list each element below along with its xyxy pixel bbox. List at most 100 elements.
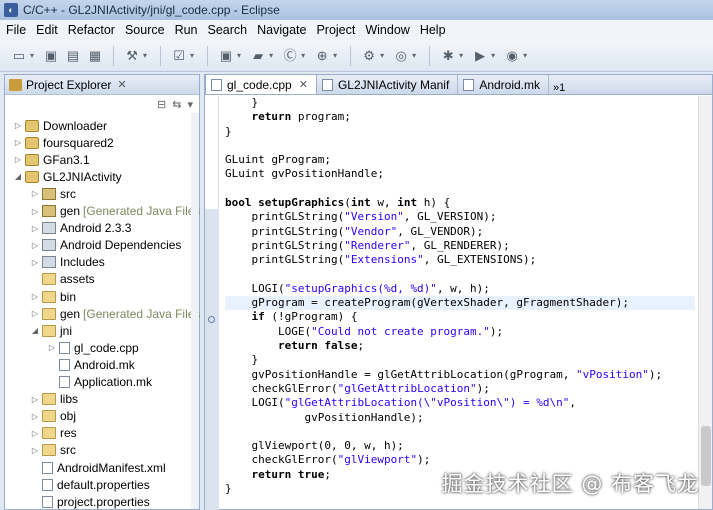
menu-navigate[interactable]: Navigate — [253, 23, 312, 37]
collapse-all-icon[interactable]: ⊟ — [157, 98, 166, 111]
new-class-dropdown-icon[interactable]: ▾ — [301, 51, 305, 60]
expand-arrow-icon[interactable]: ▷ — [13, 155, 23, 164]
file-icon — [211, 78, 222, 91]
collapse-arrow-icon[interactable]: ◢ — [13, 172, 23, 181]
expand-arrow-icon[interactable]: ▷ — [30, 241, 40, 250]
menu-search[interactable]: Search — [204, 23, 254, 37]
debug-dropdown-icon[interactable]: ▾ — [459, 51, 463, 60]
editor-tab[interactable]: Android.mk — [458, 75, 550, 94]
menu-help[interactable]: Help — [416, 23, 452, 37]
tree-item[interactable]: ▷ bin — [30, 288, 76, 305]
expand-arrow-icon[interactable]: ▷ — [13, 121, 23, 130]
external-tools-icon[interactable]: ◉ — [504, 48, 520, 64]
explorer-scrollbar[interactable] — [191, 113, 199, 509]
tree-item[interactable]: ▷ Android Dependencies — [30, 237, 182, 254]
tree-item[interactable]: assets — [30, 271, 95, 288]
expand-arrow-icon[interactable]: ▷ — [30, 207, 40, 216]
tree-item[interactable]: ▷ gen [Generated Java Files] — [30, 203, 204, 220]
code-line: } — [225, 96, 259, 109]
new-folder-icon[interactable]: ▰ — [250, 48, 266, 64]
tree-item[interactable]: ▷ Includes — [30, 254, 105, 271]
close-icon[interactable]: ✕ — [117, 78, 126, 91]
ruler-range-indicator — [205, 209, 219, 510]
new-project-icon[interactable]: ▣ — [218, 48, 234, 64]
new-project-dropdown-icon[interactable]: ▾ — [237, 51, 241, 60]
menu-source[interactable]: Source — [121, 23, 171, 37]
menu-project[interactable]: Project — [312, 23, 361, 37]
debug-icon[interactable]: ✱ — [440, 48, 456, 64]
tree-item[interactable]: AndroidManifest.xml — [30, 459, 166, 476]
editor-scrollbar-thumb[interactable] — [701, 426, 711, 486]
expand-arrow-icon[interactable]: ▷ — [30, 446, 40, 455]
build-dropdown-icon[interactable]: ▾ — [143, 51, 147, 60]
tree-item[interactable]: ▷ src — [30, 185, 76, 202]
tree-item[interactable]: ◢ GL2JNIActivity — [13, 168, 122, 185]
menu-run[interactable]: Run — [171, 23, 204, 37]
save-all-icon[interactable]: ▤ — [65, 48, 81, 64]
new-icon[interactable]: ▭ — [11, 48, 27, 64]
expand-arrow-icon[interactable]: ▷ — [30, 395, 40, 404]
editor-tab[interactable]: GL2JNIActivity Manif — [317, 75, 459, 94]
run-icon[interactable]: ▶ — [472, 48, 488, 64]
editor-scrollbar[interactable] — [698, 96, 712, 509]
project-explorer-tab[interactable]: Project Explorer ✕ — [5, 75, 199, 95]
expand-arrow-icon[interactable]: ▷ — [30, 412, 40, 421]
tree-item[interactable]: ▷ res — [30, 425, 77, 442]
checklist-dropdown-icon[interactable]: ▾ — [190, 51, 194, 60]
tree-item[interactable]: default.properties — [30, 476, 150, 493]
open-type-dropdown-icon[interactable]: ▾ — [333, 51, 337, 60]
tree-item[interactable]: ▷ Downloader — [13, 117, 107, 134]
tree-item[interactable]: Android.mk — [47, 356, 135, 373]
tree-item-label: gen — [60, 306, 81, 321]
expand-arrow-icon[interactable]: ▷ — [30, 292, 40, 301]
build-icon[interactable]: ⚒ — [124, 48, 140, 64]
tools-dropdown-icon[interactable]: ▾ — [380, 51, 384, 60]
tree-item[interactable]: ▷ libs — [30, 391, 78, 408]
tree-item[interactable]: ▷ src — [30, 442, 76, 459]
expand-arrow-icon[interactable]: ▷ — [30, 258, 40, 267]
close-icon[interactable]: ✕ — [299, 78, 308, 91]
tools-icon[interactable]: ⚙ — [361, 48, 377, 64]
checklist-icon[interactable]: ☑ — [171, 48, 187, 64]
tree-item[interactable]: ▷ GFan3.1 — [13, 151, 90, 168]
new-folder-dropdown-icon[interactable]: ▾ — [269, 51, 273, 60]
editor-tab[interactable]: gl_code.cpp ✕ — [205, 74, 317, 94]
tree-item[interactable]: ▷ gl_code.cpp — [47, 339, 139, 356]
view-menu-icon[interactable]: ▾ — [187, 98, 193, 111]
new-class-icon[interactable]: Ⓒ — [282, 48, 298, 64]
target-icon[interactable]: ◎ — [393, 48, 409, 64]
more-tabs-icon[interactable]: »1 — [549, 82, 569, 94]
tree-item-label: gl_code.cpp — [74, 340, 139, 355]
expand-arrow-icon[interactable]: ▷ — [30, 224, 40, 233]
tree-item[interactable]: ◢ jni — [30, 322, 72, 339]
occurrence-marker-icon[interactable] — [208, 316, 215, 323]
expand-arrow-icon[interactable]: ▷ — [30, 429, 40, 438]
target-dropdown-icon[interactable]: ▾ — [412, 51, 416, 60]
menu-refactor[interactable]: Refactor — [64, 23, 121, 37]
menu-edit[interactable]: Edit — [32, 23, 64, 37]
open-type-icon[interactable]: ⊕ — [314, 48, 330, 64]
tree-item[interactable]: ▷ Android 2.3.3 — [30, 220, 131, 237]
code-text-area[interactable]: } return program;} GLuint gProgram; GLuint… — [225, 96, 695, 509]
folder-icon — [42, 273, 56, 286]
save-icon[interactable]: ▣ — [43, 48, 59, 64]
menu-window[interactable]: Window — [361, 23, 415, 37]
tree-item[interactable]: project.properties — [30, 493, 150, 510]
tree-item-label: obj — [60, 409, 77, 424]
tree-item[interactable]: Application.mk — [47, 374, 152, 391]
run-dropdown-icon[interactable]: ▾ — [491, 51, 495, 60]
new-dropdown-icon[interactable]: ▾ — [30, 51, 34, 60]
tree-item[interactable]: ▷ foursquared2 — [13, 134, 114, 151]
expand-arrow-icon[interactable]: ▷ — [13, 138, 23, 147]
link-editor-icon[interactable]: ⇆ — [172, 98, 181, 111]
expand-arrow-icon[interactable]: ▷ — [30, 309, 40, 318]
collapse-arrow-icon[interactable]: ◢ — [30, 326, 40, 335]
tree-item[interactable]: ▷ gen [Generated Java Files] — [30, 305, 204, 322]
menu-file[interactable]: File — [2, 23, 32, 37]
tree-item[interactable]: ▷ obj — [30, 408, 76, 425]
expand-arrow-icon[interactable]: ▷ — [47, 343, 57, 352]
external-tools-dropdown-icon[interactable]: ▾ — [523, 51, 527, 60]
print-icon[interactable]: ▦ — [87, 48, 103, 64]
expand-arrow-icon[interactable]: ▷ — [30, 189, 40, 198]
